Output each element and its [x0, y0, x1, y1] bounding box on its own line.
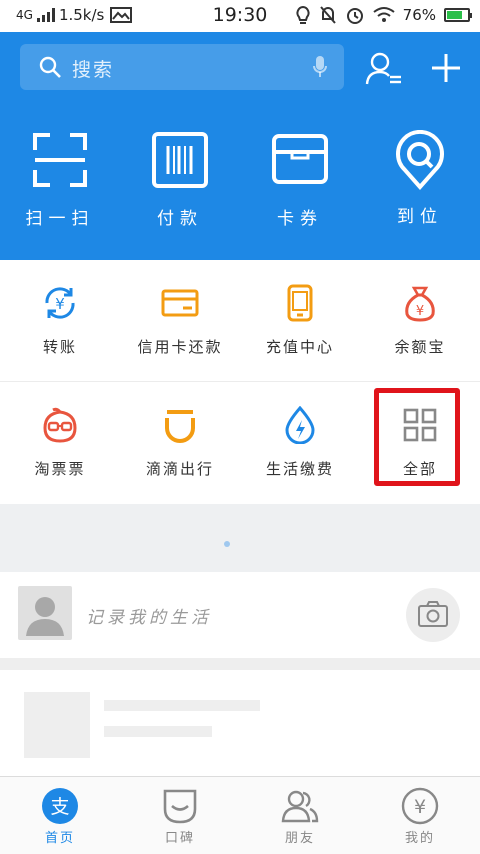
- user-icon: [26, 597, 64, 636]
- koubei-icon: [163, 789, 197, 824]
- location-icon: [396, 130, 444, 190]
- tab-label: 首页: [44, 831, 75, 846]
- friends-icon: [281, 790, 319, 823]
- transfer-icon: ¥: [45, 287, 75, 319]
- contacts-icon[interactable]: [364, 50, 404, 90]
- feed-line: [104, 700, 260, 711]
- shortcut-scan[interactable]: 扫一扫: [0, 130, 120, 240]
- didi-icon: [165, 410, 195, 443]
- alarm-icon: [346, 8, 363, 24]
- service-label: 充值中心: [265, 338, 334, 356]
- svg-text:¥: ¥: [416, 304, 424, 319]
- page-indicator: [224, 541, 230, 547]
- service-taopiaopiao[interactable]: 淘票票: [0, 382, 120, 504]
- mute-icon: [319, 6, 336, 24]
- service-yuebao[interactable]: ¥ 余额宝: [360, 260, 480, 382]
- avatar[interactable]: [18, 586, 72, 640]
- service-label: 淘票票: [34, 460, 86, 478]
- header: 搜索 扫一扫 付款 卡券 到位: [0, 32, 480, 260]
- tab-home[interactable]: 支 首页: [0, 777, 120, 854]
- bulb-icon: [296, 5, 310, 24]
- battery-percent: 76%: [402, 6, 436, 24]
- post-placeholder: 记录我的生活: [86, 608, 212, 628]
- tab-bar: 支 首页 口碑 朋友 ¥ 我的: [0, 776, 480, 854]
- banner-area[interactable]: [0, 504, 480, 572]
- shortcut-label: 付款: [157, 209, 203, 229]
- money-bag-icon: ¥: [405, 286, 435, 322]
- wifi-icon: [373, 7, 395, 22]
- service-top-up[interactable]: 充值中心: [240, 260, 360, 382]
- shortcut-label: 卡券: [277, 209, 323, 229]
- service-label: 余额宝: [394, 338, 446, 356]
- search-bar[interactable]: 搜索: [20, 44, 344, 90]
- service-didi[interactable]: 滴滴出行: [120, 382, 240, 504]
- service-label: 滴滴出行: [145, 460, 214, 478]
- search-icon: [39, 56, 61, 78]
- tab-koubei[interactable]: 口碑: [120, 777, 240, 854]
- service-label: 转账: [42, 338, 77, 356]
- shortcut-label: 扫一扫: [25, 209, 95, 229]
- tab-friends[interactable]: 朋友: [240, 777, 360, 854]
- tab-label: 朋友: [284, 831, 315, 846]
- feed-item-placeholder: [0, 670, 480, 776]
- alipay-home-icon: 支: [42, 788, 78, 824]
- service-transfer[interactable]: ¥ 转账: [0, 260, 120, 382]
- search-placeholder: 搜索: [72, 59, 115, 81]
- tab-label: 口碑: [164, 831, 195, 846]
- shortcut-location[interactable]: 到位: [360, 130, 480, 240]
- microphone-icon[interactable]: [312, 55, 328, 79]
- service-label: 生活缴费: [265, 460, 334, 478]
- shortcut-cards[interactable]: 卡券: [240, 130, 360, 240]
- service-label: 信用卡还款: [137, 338, 223, 356]
- credit-card-icon: [161, 289, 199, 317]
- barcode-icon: [152, 132, 208, 188]
- shortcut-label: 到位: [397, 207, 443, 227]
- feed-line: [104, 726, 212, 737]
- wallet-icon: [272, 134, 328, 184]
- camera-button[interactable]: [406, 588, 460, 642]
- post-composer[interactable]: 记录我的生活: [0, 572, 480, 658]
- status-bar: 4G 1.5k/s 19:30 76%: [0, 0, 480, 32]
- highlight-box: [374, 388, 460, 486]
- battery-icon: [444, 8, 472, 22]
- svg-text:支: 支: [50, 796, 69, 818]
- shortcut-pay[interactable]: 付款: [120, 130, 240, 240]
- svg-text:¥: ¥: [55, 295, 65, 313]
- service-bill-pay[interactable]: 生活缴费: [240, 382, 360, 504]
- add-icon[interactable]: [426, 48, 466, 88]
- phone-icon: [287, 284, 313, 322]
- camera-icon: [418, 601, 448, 627]
- section-gap: [0, 658, 480, 670]
- feed-thumbnail: [24, 692, 90, 758]
- water-drop-icon: [285, 406, 315, 444]
- service-credit-card[interactable]: 信用卡还款: [120, 260, 240, 382]
- tab-label: 我的: [404, 831, 435, 846]
- scan-icon: [33, 133, 87, 187]
- svg-text:¥: ¥: [414, 796, 426, 818]
- ticket-mascot-icon: [43, 407, 77, 443]
- yuan-icon: ¥: [401, 787, 439, 825]
- tab-mine[interactable]: ¥ 我的: [360, 777, 480, 854]
